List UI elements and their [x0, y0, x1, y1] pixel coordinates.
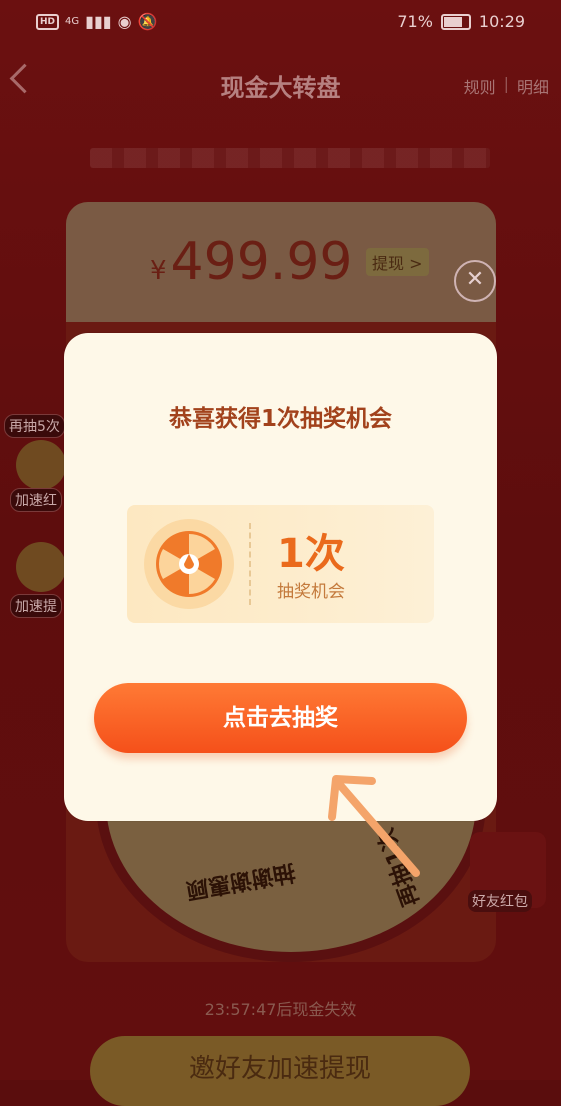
amount-panel: ¥499.99 提现 >: [66, 202, 496, 322]
speed-withdraw-tag[interactable]: 加速提: [10, 594, 62, 618]
wheel-icon: [156, 531, 222, 597]
mute-bell-icon: 🔕: [137, 12, 158, 31]
cash-amount: ¥499.99: [150, 232, 353, 292]
currency-symbol: ¥: [150, 256, 167, 286]
reward-modal: 恭喜获得1次抽奖机会 1次 抽奖机会 点击去抽奖: [64, 333, 497, 821]
wheel-segment-left: 抽谢谢惠顾: [184, 858, 297, 903]
blurred-notice: [90, 148, 490, 168]
expiry-countdown: 23:57:47后现金失效: [204, 1000, 357, 1019]
friend-redpacket-button[interactable]: 好友红包: [468, 832, 546, 912]
card-divider: [249, 523, 251, 605]
hd-indicator: HD: [36, 13, 60, 30]
go-draw-button[interactable]: 点击去抽奖: [94, 683, 467, 753]
app-header: 现金大转盘 规则 | 明细: [0, 52, 561, 112]
modal-title: 恭喜获得1次抽奖机会: [168, 406, 392, 432]
clock: 10:29: [478, 12, 525, 31]
network-indicator: 4G: [65, 16, 80, 27]
battery-percent: 71%: [397, 12, 433, 31]
wechat-icon[interactable]: [16, 542, 66, 592]
invite-friends-button[interactable]: 邀好友加速提现: [90, 1036, 470, 1106]
withdraw-button[interactable]: 提现 >: [366, 248, 429, 276]
close-icon[interactable]: ✕: [454, 260, 496, 302]
chance-icon-ring: [144, 519, 234, 609]
friend-redpacket-label: 好友红包: [468, 890, 532, 912]
chance-count: 1次: [277, 531, 345, 577]
chance-card: 1次 抽奖机会: [127, 505, 434, 623]
header-links: 规则 | 明细: [464, 74, 549, 98]
speed-redpacket-tag[interactable]: 加速红: [10, 488, 62, 512]
signal-icon: ▮▮▮: [85, 12, 112, 31]
eye-icon: ◉: [117, 12, 132, 31]
draw-five-tag: 再抽5次: [4, 414, 65, 438]
amount-value: 499.99: [170, 232, 353, 292]
speed-redpacket-icon[interactable]: [16, 440, 66, 490]
annotation-arrow-icon: [328, 775, 420, 877]
status-bar: HD 4G ▮▮▮ ◉ 🔕 71% 10:29: [0, 0, 561, 46]
detail-link[interactable]: 明细: [517, 74, 549, 98]
battery-icon: [440, 13, 471, 30]
rules-link[interactable]: 规则: [464, 74, 496, 98]
header-separator: |: [503, 74, 509, 93]
chance-label: 抽奖机会: [277, 582, 345, 602]
